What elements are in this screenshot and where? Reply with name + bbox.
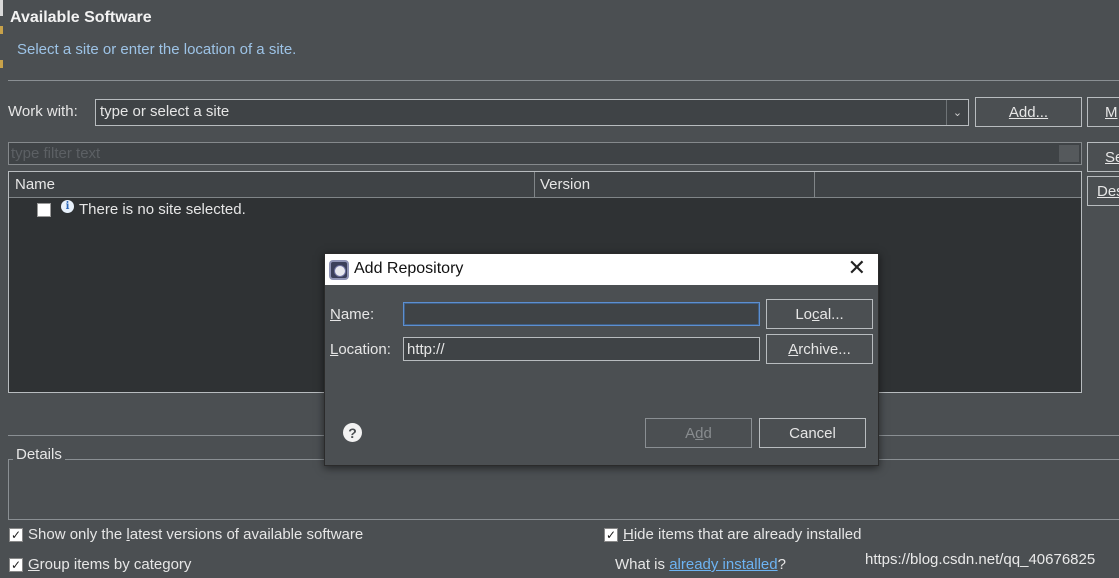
work-with-label: Work with: — [8, 103, 78, 120]
dialog-add-button[interactable]: Add — [645, 418, 752, 448]
filter-field[interactable] — [8, 142, 1082, 165]
select-all-button[interactable]: Se — [1087, 142, 1119, 172]
group-by-category-checkbox[interactable]: ✓ — [9, 558, 23, 572]
label-accelerator: d — [695, 424, 704, 442]
local-button[interactable]: Lo c al... — [766, 299, 873, 329]
table-header: Name Version — [9, 172, 1081, 198]
cancel-button[interactable]: Cancel — [759, 418, 866, 448]
add-site-button-label: Add... — [1008, 103, 1049, 121]
column-header-version[interactable]: Version — [540, 176, 590, 193]
label-text: al... — [819, 305, 844, 323]
left-edge-marker — [0, 26, 3, 34]
row-checkbox[interactable] — [37, 203, 51, 217]
page-title: Available Software — [10, 9, 152, 26]
add-repository-dialog: Add Repository ✕ Name: Lo c al... Location… — [324, 253, 879, 466]
cancel-button-label: Cancel — [789, 424, 836, 442]
label-text: ocation: — [338, 341, 391, 358]
hide-installed-label[interactable]: Hide items that are already installed — [623, 526, 861, 543]
work-with-combo[interactable]: type or select a site ⌄ — [95, 99, 969, 126]
details-bottom-divider — [8, 519, 1119, 520]
column-divider[interactable] — [814, 172, 815, 198]
show-latest-label[interactable]: Show only the latest versions of availab… — [28, 526, 363, 543]
close-icon[interactable]: ✕ — [848, 257, 866, 279]
page-subtitle: Select a site or enter the location of a… — [17, 41, 297, 58]
filter-input[interactable] — [11, 144, 1059, 163]
label-text: A — [685, 424, 696, 442]
label-text: ame: — [340, 306, 375, 323]
label-text: rchive... — [798, 340, 851, 358]
label-accelerator: G — [28, 556, 40, 573]
label-accelerator: c — [812, 305, 820, 323]
dialog-title: Add Repository — [354, 260, 464, 277]
location-label: Location: — [330, 341, 391, 358]
archive-button[interactable]: Archive... — [766, 334, 873, 364]
label-text: d — [703, 424, 712, 442]
clear-filter-icon[interactable] — [1059, 145, 1079, 162]
chevron-down-icon[interactable]: ⌄ — [946, 100, 968, 125]
group-by-category-label[interactable]: Group items by category — [28, 556, 191, 573]
details-group — [8, 459, 1119, 519]
work-with-combo-value: type or select a site — [100, 103, 230, 120]
label-text: What is — [615, 556, 670, 573]
hide-installed-checkbox[interactable]: ✓ — [604, 528, 618, 542]
show-latest-checkbox[interactable]: ✓ — [9, 528, 23, 542]
add-site-button[interactable]: Add... — [975, 97, 1082, 127]
watermark: https://blog.csdn.net/qq_40676825 — [865, 551, 1096, 568]
label-accelerator: N — [330, 306, 341, 323]
header-divider — [8, 80, 1119, 81]
column-divider[interactable] — [534, 172, 535, 198]
details-label: Details — [13, 446, 65, 463]
label-accelerator: A — [788, 340, 799, 358]
select-all-button-label: Se — [1105, 148, 1119, 166]
label-text: Show only the — [28, 526, 127, 543]
left-edge-marker — [0, 0, 3, 16]
help-icon[interactable]: ? — [343, 423, 362, 442]
eclipse-icon — [329, 260, 349, 280]
label-accelerator: H — [623, 526, 634, 543]
deselect-all-button-label: Des — [1097, 182, 1119, 200]
manage-button-label: M — [1105, 103, 1118, 121]
already-installed-link[interactable]: already installed — [669, 556, 777, 573]
manage-button[interactable]: M — [1087, 97, 1119, 127]
label-text: ? — [777, 556, 786, 573]
dialog-titlebar[interactable]: Add Repository ✕ — [325, 254, 878, 285]
what-installed-text: What is already installed? — [615, 556, 786, 573]
name-label: Name: — [330, 306, 374, 323]
empty-message: There is no site selected. — [79, 201, 246, 218]
label-text: Lo — [795, 305, 812, 323]
label-text: roup items by category — [39, 556, 192, 573]
name-input[interactable] — [403, 302, 760, 326]
left-edge-marker — [0, 60, 3, 68]
deselect-all-button[interactable]: Des — [1087, 176, 1119, 206]
info-icon: i — [61, 200, 74, 213]
label-text: atest versions of available software — [129, 526, 364, 543]
location-input[interactable] — [403, 337, 760, 361]
label-text: ide items that are already installed — [633, 526, 862, 543]
column-header-name[interactable]: Name — [15, 176, 55, 193]
